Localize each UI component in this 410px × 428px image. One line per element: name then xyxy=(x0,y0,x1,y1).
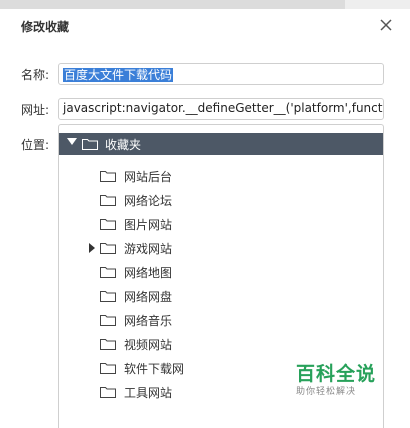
dialog-title: 修改收藏 xyxy=(21,20,70,34)
collapse-arrow-icon[interactable] xyxy=(67,138,77,145)
tree-item-label: 网络论坛 xyxy=(124,194,173,208)
tree-item-label: 网络音乐 xyxy=(124,314,173,328)
watermark-title: 百科全说 xyxy=(296,363,377,385)
folder-icon xyxy=(100,386,116,398)
location-label: 位置: xyxy=(21,138,50,152)
tree-item[interactable]: 网络音乐 xyxy=(59,310,383,330)
tree-item[interactable]: 网站后台 xyxy=(59,166,383,186)
url-field[interactable]: javascript:navigator.__defineGetter__('p… xyxy=(58,98,384,120)
tree-item-label: 工具网站 xyxy=(124,386,173,400)
name-label: 名称: xyxy=(21,68,50,82)
url-label: 网址: xyxy=(21,103,50,117)
folder-icon xyxy=(100,314,116,326)
folder-icon xyxy=(100,338,116,350)
url-value: javascript:navigator.__defineGetter__('p… xyxy=(63,101,384,115)
top-strip-right xyxy=(345,0,410,9)
folder-icon xyxy=(100,170,116,182)
expand-arrow-icon[interactable] xyxy=(89,243,95,253)
tree-root-label: 收藏夹 xyxy=(105,138,142,152)
name-field[interactable]: 百度大文件下载代码 xyxy=(58,63,384,85)
folder-icon xyxy=(100,194,116,206)
tree-item[interactable]: 游戏网站 xyxy=(59,238,383,258)
folder-icon xyxy=(100,290,116,302)
tree-item-label: 游戏网站 xyxy=(124,242,173,256)
tree-item-label: 网络地图 xyxy=(124,266,173,280)
close-icon[interactable] xyxy=(376,15,396,35)
tree-item[interactable]: 网络论坛 xyxy=(59,190,383,210)
folder-icon xyxy=(100,266,116,278)
watermark: 百科全说 助你轻松解决 xyxy=(296,359,376,397)
folder-icon xyxy=(100,242,116,254)
folder-icon xyxy=(82,138,98,150)
tree-item[interactable]: 网络网盘 xyxy=(59,286,383,306)
folder-icon xyxy=(100,362,116,374)
tree-item-label: 软件下载网 xyxy=(124,362,185,376)
tree-item[interactable]: 视频网站 xyxy=(59,334,383,354)
tree-root-favorites[interactable]: 收藏夹 xyxy=(59,133,383,155)
tree-item-label: 网站后台 xyxy=(124,170,173,184)
tree-item[interactable]: 网络地图 xyxy=(59,262,383,282)
tree-item-label: 网络网盘 xyxy=(124,290,173,304)
tree-item-label: 图片网站 xyxy=(124,218,173,232)
tree-item[interactable]: 图片网站 xyxy=(59,214,383,234)
tree-item-label: 视频网站 xyxy=(124,338,173,352)
name-value: 百度大文件下载代码 xyxy=(63,68,174,82)
folder-icon xyxy=(100,218,116,230)
